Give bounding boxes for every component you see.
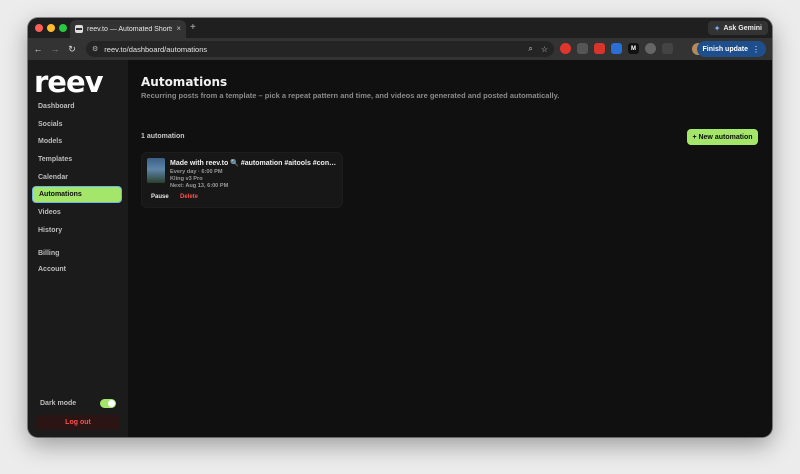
browser-window: reev.to — Automated Shorts × + ✦ Ask Gem…: [28, 18, 772, 437]
browser-tab[interactable]: reev.to — Automated Shorts ×: [70, 20, 186, 38]
sidebar: reev Dashboard Socials Models Templates …: [28, 60, 128, 437]
extension-m-icon[interactable]: M: [628, 43, 639, 54]
delete-button[interactable]: Delete: [180, 194, 198, 200]
favicon-icon: [75, 25, 83, 33]
video-thumbnail: [147, 158, 165, 183]
extension-block-icon[interactable]: [594, 43, 605, 54]
extension-shield-icon[interactable]: [611, 43, 622, 54]
automation-title: Made with reev.to 🔍 #automation #aitools…: [170, 160, 337, 167]
page-subtitle: Recurring posts from a template – pick a…: [141, 91, 560, 100]
minimize-window-button[interactable]: [47, 24, 55, 32]
back-icon[interactable]: ←: [31, 42, 45, 56]
maximize-window-button[interactable]: [59, 24, 67, 32]
sidebar-item-videos[interactable]: Videos: [32, 204, 122, 220]
finish-update-label: Finish update: [702, 45, 749, 53]
ask-gemini-button[interactable]: ✦ Ask Gemini: [707, 21, 768, 35]
new-automation-button[interactable]: + New automation: [687, 129, 758, 145]
logo[interactable]: reev: [34, 67, 104, 97]
logout-button[interactable]: Log out: [36, 415, 120, 430]
reload-icon[interactable]: ↻: [65, 42, 79, 56]
forward-icon[interactable]: →: [48, 42, 62, 56]
zoom-icon[interactable]: ⌕: [528, 44, 532, 54]
sidebar-item-socials[interactable]: Socials: [32, 116, 122, 132]
extension-grid-icon[interactable]: [577, 43, 588, 54]
app: reev Dashboard Socials Models Templates …: [28, 60, 772, 437]
automation-model: Kling v3 Pro: [170, 176, 203, 182]
close-window-button[interactable]: [35, 24, 43, 32]
automation-schedule: Every day · 6:00 PM: [170, 169, 223, 175]
gemini-icon: ✦: [713, 23, 721, 33]
pause-button[interactable]: Pause: [151, 194, 169, 200]
tab-strip: reev.to — Automated Shorts × + ✦ Ask Gem…: [28, 18, 772, 38]
url-text[interactable]: reev.to/dashboard/automations: [104, 45, 520, 54]
automation-next-run: Next: Aug 13, 6:00 PM: [170, 183, 229, 189]
sidebar-item-account[interactable]: Account: [32, 261, 122, 277]
new-tab-button[interactable]: +: [190, 21, 196, 35]
tab-title: reev.to — Automated Shorts: [87, 25, 173, 33]
dark-mode-row: Dark mode: [40, 397, 116, 409]
dark-mode-toggle[interactable]: [100, 398, 116, 408]
automation-count: 1 automation: [141, 133, 185, 140]
extension-bug-icon[interactable]: [645, 43, 656, 54]
main-content: Automations Recurring posts from a templ…: [128, 60, 772, 437]
sidebar-item-calendar[interactable]: Calendar: [32, 169, 122, 185]
address-bar[interactable]: ⚙ reev.to/dashboard/automations ⌕ ☆: [86, 41, 554, 57]
browser-toolbar: ← → ↻ ⚙ reev.to/dashboard/automations ⌕ …: [28, 38, 772, 60]
finish-update-button[interactable]: Finish update ⋮: [696, 41, 766, 57]
automation-card[interactable]: Made with reev.to 🔍 #automation #aitools…: [141, 152, 343, 208]
ask-gemini-label: Ask Gemini: [723, 24, 762, 32]
site-settings-icon[interactable]: ⚙: [92, 45, 98, 53]
sidebar-item-dashboard[interactable]: Dashboard: [32, 98, 122, 114]
sidebar-item-billing[interactable]: Billing: [32, 245, 122, 261]
close-icon[interactable]: ×: [176, 25, 181, 33]
extension-red-icon[interactable]: [560, 43, 571, 54]
sidebar-item-automations[interactable]: Automations: [32, 186, 122, 203]
sidebar-item-templates[interactable]: Templates: [32, 151, 122, 167]
dark-mode-label: Dark mode: [40, 399, 77, 407]
page-title: Automations: [141, 75, 228, 89]
sidebar-item-history[interactable]: History: [32, 222, 122, 238]
sidebar-item-models[interactable]: Models: [32, 133, 122, 149]
menu-icon[interactable]: ⋮: [752, 45, 760, 54]
extensions-puzzle-icon[interactable]: [662, 43, 673, 54]
bookmark-star-icon[interactable]: ☆: [541, 45, 548, 54]
